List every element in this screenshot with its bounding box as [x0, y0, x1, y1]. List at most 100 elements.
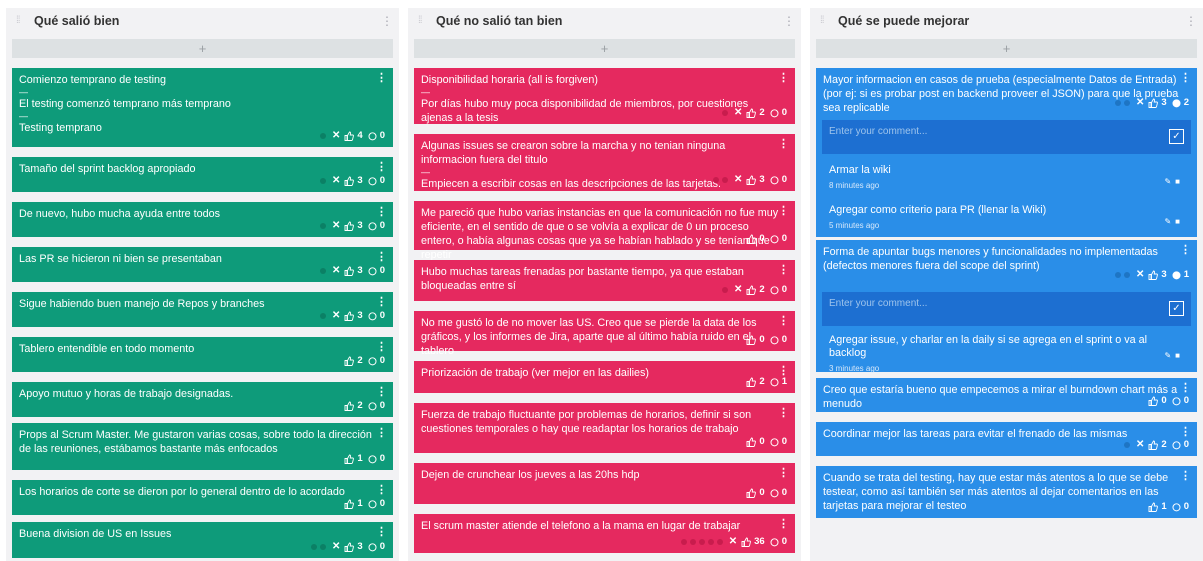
- comment-icon[interactable]: [368, 266, 377, 276]
- card[interactable]: Las PR se hicieron ni bien se presentaba…: [12, 247, 393, 282]
- thumbs-up-icon[interactable]: [746, 285, 757, 295]
- edit-icon[interactable]: ✎: [1164, 217, 1175, 226]
- remove-vote-icon[interactable]: ✕: [1136, 268, 1144, 282]
- comment-icon[interactable]: [1172, 98, 1181, 108]
- thumbs-up-icon[interactable]: [344, 176, 355, 186]
- card-menu-icon[interactable]: ⋮: [778, 466, 789, 480]
- comment-icon[interactable]: [368, 499, 377, 509]
- thumbs-up-icon[interactable]: [344, 131, 355, 141]
- edit-icon[interactable]: ✎: [1164, 177, 1175, 186]
- comment-icon[interactable]: [1172, 396, 1181, 406]
- card[interactable]: El scrum master atiende el telefono a la…: [414, 514, 795, 553]
- comment-icon[interactable]: [1172, 502, 1181, 512]
- card[interactable]: Hubo muchas tareas frenadas por bastante…: [414, 260, 795, 301]
- comment-icon[interactable]: [368, 454, 377, 464]
- comment-icon[interactable]: [1172, 440, 1181, 450]
- comment-icon[interactable]: [770, 285, 779, 295]
- comment-input[interactable]: Enter your comment... ✓: [822, 292, 1191, 326]
- column-menu-icon[interactable]: ⋮: [783, 14, 795, 28]
- card-menu-icon[interactable]: ⋮: [376, 340, 387, 354]
- remove-vote-icon[interactable]: ✕: [1136, 438, 1144, 452]
- card[interactable]: Mayor informacion en casos de prueba (es…: [816, 68, 1197, 114]
- remove-vote-icon[interactable]: ✕: [332, 219, 340, 233]
- card-menu-icon[interactable]: ⋮: [778, 314, 789, 328]
- comment-icon[interactable]: [770, 437, 779, 447]
- comment-icon[interactable]: [1172, 270, 1181, 280]
- card-menu-icon[interactable]: ⋮: [376, 160, 387, 174]
- card[interactable]: Priorización de trabajo (ver mejor en la…: [414, 361, 795, 393]
- card[interactable]: Me pareció que hubo varias instancias en…: [414, 201, 795, 261]
- remove-vote-icon[interactable]: ✕: [332, 264, 340, 278]
- thumbs-up-icon[interactable]: [1148, 440, 1159, 450]
- thumbs-up-icon[interactable]: [746, 234, 757, 244]
- card-menu-icon[interactable]: ⋮: [376, 71, 387, 85]
- card-menu-icon[interactable]: ⋮: [1180, 469, 1191, 483]
- comment-input[interactable]: Enter your comment... ✓: [822, 120, 1191, 154]
- thumbs-up-icon[interactable]: [746, 377, 757, 387]
- thumbs-up-icon[interactable]: [344, 401, 355, 411]
- column-menu-icon[interactable]: ⋮: [1185, 14, 1197, 28]
- card-menu-icon[interactable]: ⋮: [376, 250, 387, 264]
- drag-handle-icon[interactable]: ⁞⁞: [16, 16, 30, 26]
- card[interactable]: Sigue habiendo buen manejo de Repos y br…: [12, 292, 393, 327]
- thumbs-up-icon[interactable]: [746, 335, 757, 345]
- card[interactable]: Dejen de crunchear los jueves a las 20hs…: [414, 463, 795, 504]
- delete-icon[interactable]: ■: [1175, 351, 1184, 360]
- card-menu-icon[interactable]: ⋮: [778, 263, 789, 277]
- column-menu-icon[interactable]: ⋮: [381, 14, 393, 28]
- card-menu-icon[interactable]: ⋮: [1180, 381, 1191, 395]
- card-menu-icon[interactable]: ⋮: [376, 295, 387, 309]
- card[interactable]: Comienzo temprano de testing — El testing …: [12, 68, 393, 147]
- card-menu-icon[interactable]: ⋮: [376, 205, 387, 219]
- comment-icon[interactable]: [770, 234, 779, 244]
- card-menu-icon[interactable]: ⋮: [778, 204, 789, 218]
- comment-icon[interactable]: [368, 131, 377, 141]
- remove-vote-icon[interactable]: ✕: [734, 283, 742, 297]
- thumbs-up-icon[interactable]: [1148, 270, 1159, 280]
- card[interactable]: Cuando se trata del testing, hay que est…: [816, 466, 1197, 518]
- card[interactable]: Creo que estaría bueno que empecemos a m…: [816, 378, 1197, 412]
- comment-icon[interactable]: [368, 542, 377, 552]
- remove-vote-icon[interactable]: ✕: [332, 540, 340, 554]
- card-menu-icon[interactable]: ⋮: [778, 406, 789, 420]
- card-menu-icon[interactable]: ⋮: [376, 483, 387, 497]
- card-menu-icon[interactable]: ⋮: [376, 385, 387, 399]
- drag-handle-icon[interactable]: ⁞⁞: [820, 16, 834, 26]
- thumbs-up-icon[interactable]: [746, 108, 757, 118]
- thumbs-up-icon[interactable]: [741, 537, 752, 547]
- thumbs-up-icon[interactable]: [746, 488, 757, 498]
- card[interactable]: Fuerza de trabajo fluctuante por problem…: [414, 403, 795, 453]
- comment-icon[interactable]: [770, 488, 779, 498]
- comment-icon[interactable]: [368, 176, 377, 186]
- card-menu-icon[interactable]: ⋮: [778, 137, 789, 151]
- edit-icon[interactable]: ✎: [1164, 351, 1175, 360]
- remove-vote-icon[interactable]: ✕: [729, 535, 737, 549]
- comment-icon[interactable]: [770, 377, 779, 387]
- remove-vote-icon[interactable]: ✕: [734, 106, 742, 120]
- thumbs-up-icon[interactable]: [344, 454, 355, 464]
- card-menu-icon[interactable]: ⋮: [778, 517, 789, 531]
- thumbs-up-icon[interactable]: [344, 221, 355, 231]
- card[interactable]: Buena division de US en Issues ⋮ ✕ 3 0: [12, 522, 393, 558]
- delete-icon[interactable]: ■: [1175, 217, 1184, 226]
- comment-icon[interactable]: [368, 221, 377, 231]
- card-menu-icon[interactable]: ⋮: [1180, 71, 1191, 85]
- card[interactable]: Apoyo mutuo y horas de trabajo designada…: [12, 382, 393, 417]
- card-menu-icon[interactable]: ⋮: [1180, 425, 1191, 439]
- thumbs-up-icon[interactable]: [1148, 396, 1159, 406]
- thumbs-up-icon[interactable]: [1148, 98, 1159, 108]
- comment-icon[interactable]: [770, 537, 779, 547]
- comment-icon[interactable]: [770, 108, 779, 118]
- comment-icon[interactable]: [368, 356, 377, 366]
- thumbs-up-icon[interactable]: [1148, 502, 1159, 512]
- thumbs-up-icon[interactable]: [344, 311, 355, 321]
- thumbs-up-icon[interactable]: [344, 542, 355, 552]
- thumbs-up-icon[interactable]: [344, 356, 355, 366]
- comment-icon[interactable]: [770, 335, 779, 345]
- card[interactable]: Algunas issues se crearon sobre la march…: [414, 134, 795, 191]
- comment-icon[interactable]: [770, 175, 779, 185]
- remove-vote-icon[interactable]: ✕: [332, 129, 340, 143]
- thumbs-up-icon[interactable]: [344, 499, 355, 509]
- add-card-button[interactable]: +: [816, 39, 1197, 58]
- thumbs-up-icon[interactable]: [746, 175, 757, 185]
